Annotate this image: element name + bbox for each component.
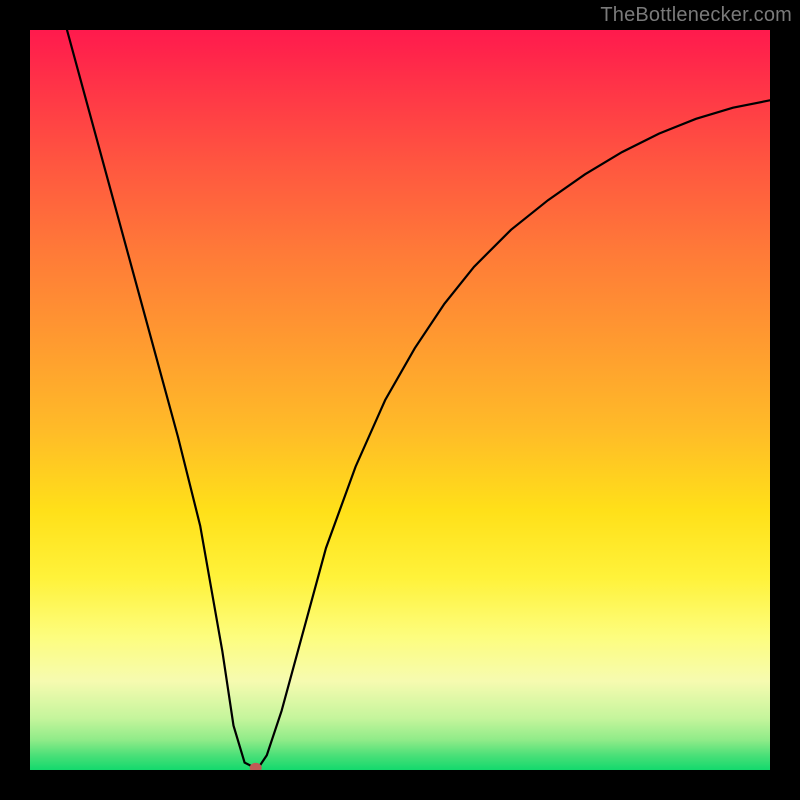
bottleneck-curve: [67, 30, 770, 766]
chart-frame: TheBottlenecker.com: [0, 0, 800, 800]
plot-area: [30, 30, 770, 770]
chart-svg: [30, 30, 770, 770]
watermark-text: TheBottlenecker.com: [600, 4, 792, 27]
